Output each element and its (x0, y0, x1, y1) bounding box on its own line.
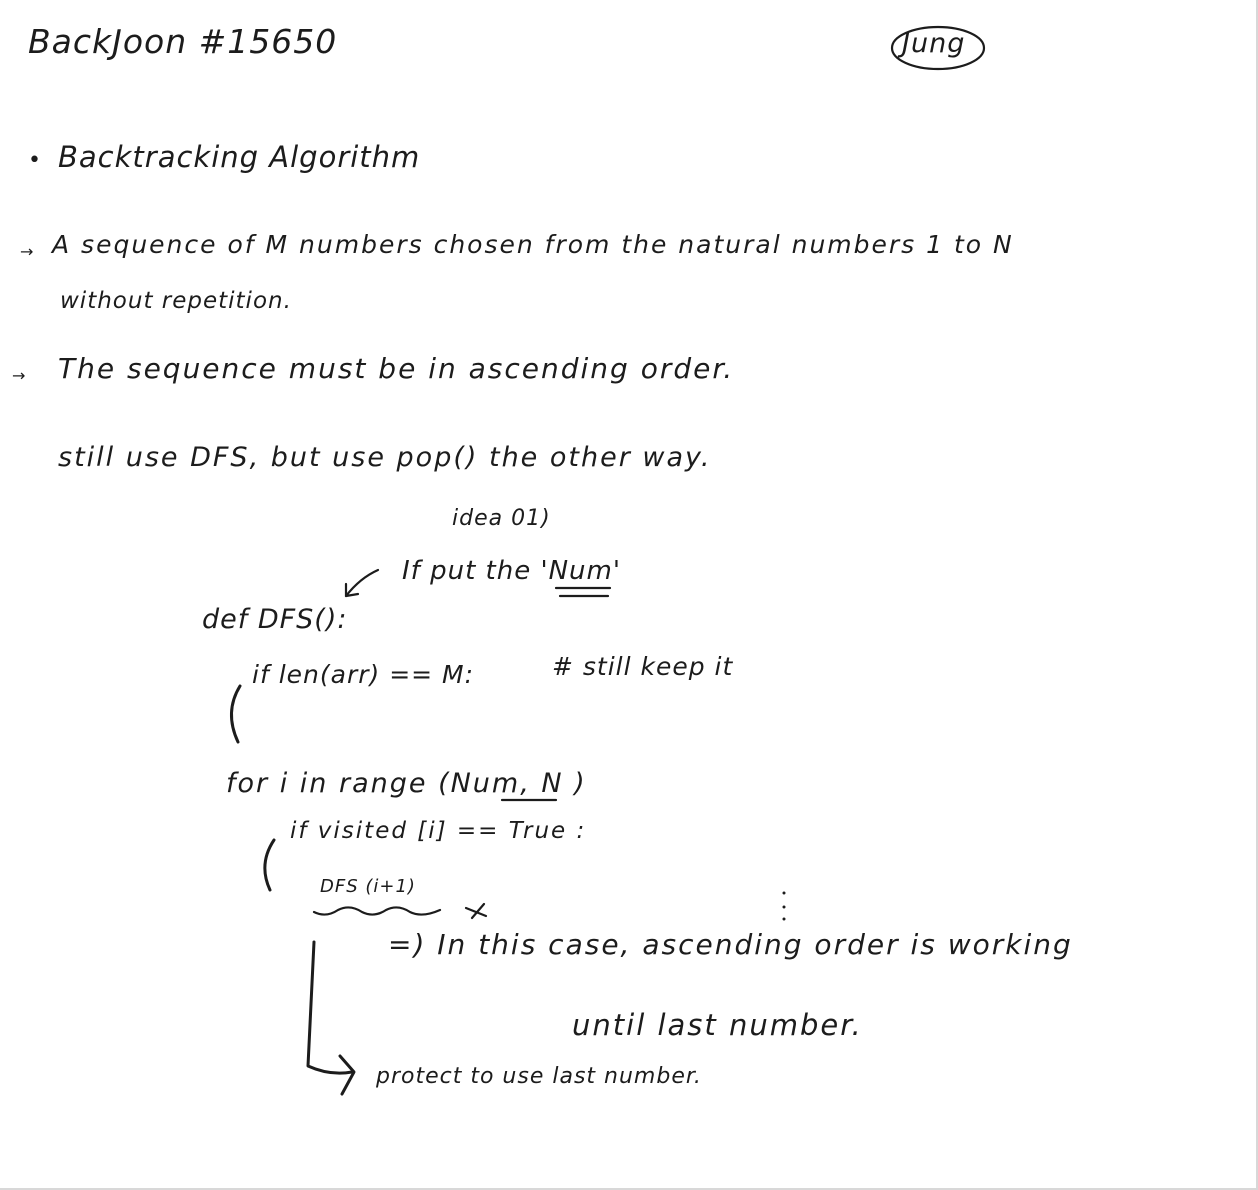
bracket-visited (263, 838, 276, 892)
dfs-wavy-underline (312, 906, 442, 916)
code-if-line: if len(arr) == M: (252, 660, 475, 689)
conclusion-line-3: protect to use last number. (376, 1064, 702, 1089)
code-if-visited-line: if visited [i] == True : (290, 818, 587, 844)
code-def-line: def DFS(): (202, 604, 348, 635)
idea-arrow-shaft (344, 568, 380, 598)
conclusion-line-2: until last number. (572, 1008, 863, 1042)
bracket-if (230, 684, 242, 744)
num-underline (554, 586, 612, 598)
conclusion-line-1: =) In this case, ascending order is work… (388, 928, 1073, 961)
conclusion-arrow-shaft (306, 940, 354, 1075)
conclusion-arrow-head (338, 1054, 356, 1096)
note-page: BackJoon #15650 Jung • Backtracking Algo… (0, 0, 1258, 1190)
code-dfs-call: DFS (i+1) (320, 876, 416, 897)
dfs-cross-mark (464, 902, 488, 920)
code-comment: # still keep it (552, 652, 734, 681)
code-for-line: for i in range (Num, N ) (226, 768, 587, 799)
